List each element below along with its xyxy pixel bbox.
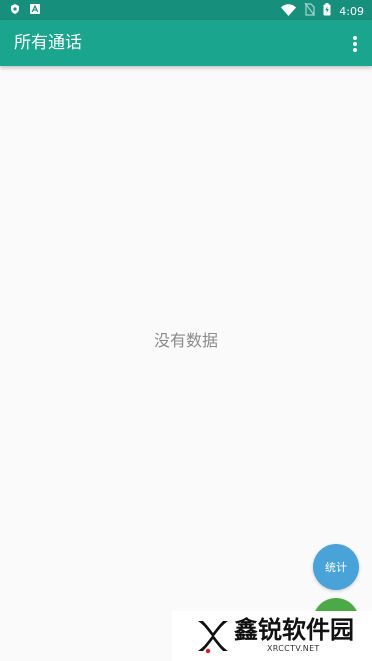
no-sim-icon [304, 2, 316, 19]
shield-icon [10, 4, 20, 14]
empty-state-message: 没有数据 [153, 331, 218, 350]
watermark-title: 鑫锐软件园 [234, 616, 354, 644]
app-screen: 4:09 所有通话 没有数据 统计 鑫锐软件园 XRCCTV.NET [0, 0, 372, 661]
battery-icon [323, 3, 331, 19]
stats-fab-label: 统计 [325, 561, 347, 574]
more-vert-icon [353, 36, 357, 52]
status-right-icons: 4:09 [281, 2, 364, 19]
a-icon [30, 4, 40, 14]
overflow-menu-button[interactable] [351, 35, 359, 53]
stats-fab-button[interactable]: 统计 [313, 544, 359, 590]
xrcctv-logo-icon [198, 621, 228, 654]
page-title: 所有通话 [14, 33, 82, 53]
watermark: 鑫锐软件园 XRCCTV.NET [172, 611, 372, 661]
app-bar: 所有通话 [0, 20, 372, 66]
status-left-icons [10, 4, 40, 14]
wifi-icon [281, 3, 297, 19]
status-bar: 4:09 [0, 0, 372, 20]
clock-time: 4:09 [339, 4, 364, 18]
watermark-url: XRCCTV.NET [267, 644, 320, 653]
